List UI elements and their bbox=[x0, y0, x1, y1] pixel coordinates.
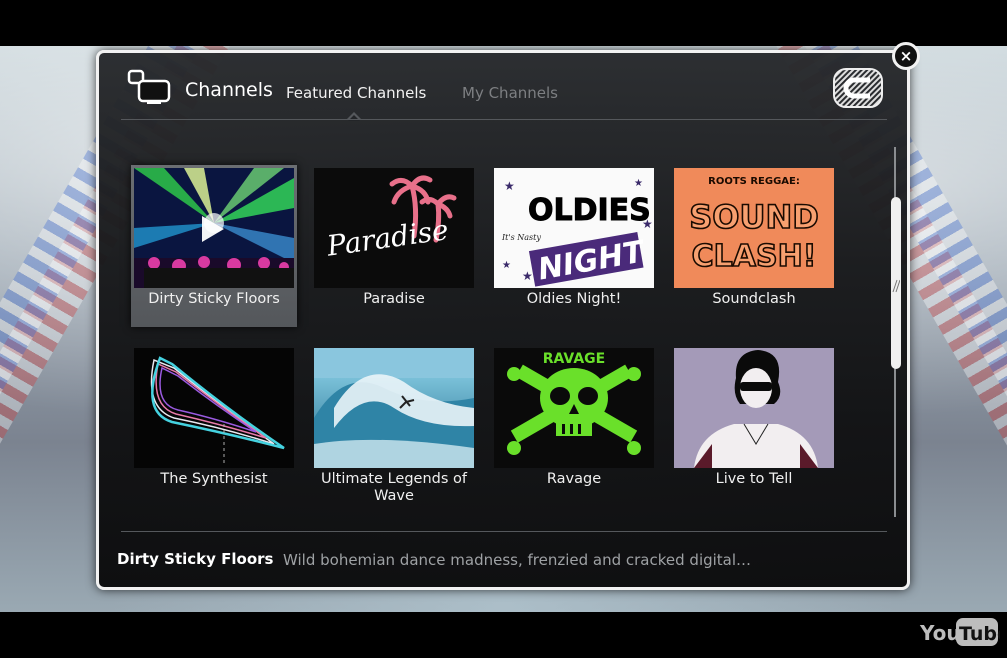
youtube-logo-you: You bbox=[919, 621, 961, 645]
scrollbar-grip-icon bbox=[892, 279, 900, 293]
channels-header: Channels Featured Channels My Channels bbox=[99, 53, 907, 121]
channel-name: Soundclash bbox=[712, 291, 796, 307]
thumb-small-text: ROOTS REGGAE: bbox=[708, 176, 800, 187]
channel-tile-ravage[interactable]: RAVAGE Ravage bbox=[494, 348, 654, 508]
channel-thumbnail bbox=[314, 348, 474, 468]
channel-thumbnail: ★ ★ ★ ★ ★ OLDIES It's Nasty NIGHT bbox=[494, 168, 654, 288]
thumb-title: RAVAGE bbox=[543, 351, 605, 367]
svg-text:★: ★ bbox=[634, 178, 643, 189]
leanback-logo-icon[interactable] bbox=[832, 67, 884, 109]
tab-pointer-inner bbox=[348, 115, 360, 121]
channel-name: Ultimate Legends of Wave bbox=[321, 471, 467, 504]
channel-name: Dirty Sticky Floors bbox=[148, 291, 280, 307]
svg-text:★: ★ bbox=[522, 269, 533, 283]
channel-name: Paradise bbox=[363, 291, 425, 307]
svg-text:★: ★ bbox=[502, 260, 511, 271]
tab-my-channels[interactable]: My Channels bbox=[462, 84, 558, 102]
thumb-title-2: CLASH! bbox=[692, 239, 817, 274]
svg-text:★: ★ bbox=[504, 179, 515, 193]
channel-tile-oldies-night[interactable]: ★ ★ ★ ★ ★ OLDIES It's Nasty NIGHT Oldies Nig… bbox=[494, 168, 654, 328]
youtube-logo-tube: Tube bbox=[959, 623, 1000, 645]
channel-thumbnail: RAVAGE bbox=[494, 348, 654, 468]
thumb-title-top: OLDIES bbox=[528, 193, 651, 228]
thumb-small-text: It's Nasty bbox=[501, 233, 541, 242]
tab-featured-channels[interactable]: Featured Channels bbox=[286, 84, 426, 102]
selected-channel-title: Dirty Sticky Floors bbox=[117, 550, 274, 568]
channel-tile-ultimate-legends-of-wave[interactable]: Ultimate Legends of Wave bbox=[314, 348, 474, 508]
channel-thumbnail bbox=[674, 348, 834, 468]
channel-name: Oldies Night! bbox=[526, 291, 622, 307]
youtube-logo-icon[interactable]: You Tube bbox=[918, 614, 1000, 648]
channel-tile-the-synthesist[interactable]: The Synthesist bbox=[134, 348, 294, 508]
channel-name: The Synthesist bbox=[160, 471, 268, 487]
channels-icon bbox=[127, 69, 171, 104]
thumb-title-1: SOUND bbox=[689, 198, 819, 236]
footer-divider bbox=[121, 531, 887, 532]
channel-thumbnail bbox=[134, 348, 294, 468]
bottom-letterbox bbox=[0, 612, 1007, 658]
channel-thumbnail: Paradise bbox=[314, 168, 474, 288]
channel-name: Live to Tell bbox=[715, 471, 793, 487]
channel-tile-live-to-tell[interactable]: Live to Tell bbox=[674, 348, 834, 508]
channels-overlay-panel: Channels Featured Channels My Channels D… bbox=[96, 50, 910, 590]
play-icon bbox=[202, 216, 224, 242]
channel-name: Ravage bbox=[546, 471, 602, 487]
header-divider bbox=[121, 119, 887, 120]
channel-tile-paradise[interactable]: Paradise Paradise bbox=[314, 168, 474, 328]
channel-thumbnail: ROOTS REGGAE: SOUND CLASH! bbox=[674, 168, 834, 288]
top-letterbox bbox=[0, 0, 1007, 46]
channel-tile-dirty-sticky-floors[interactable]: Dirty Sticky Floors bbox=[131, 165, 297, 328]
close-button[interactable]: × bbox=[892, 42, 920, 70]
channel-tile-soundclash[interactable]: ROOTS REGGAE: SOUND CLASH! Soundclash bbox=[674, 168, 834, 328]
channels-title: Channels bbox=[185, 79, 273, 101]
channel-thumbnail bbox=[134, 168, 294, 288]
selected-channel-description: Wild bohemian dance madness, frenzied an… bbox=[283, 551, 752, 569]
